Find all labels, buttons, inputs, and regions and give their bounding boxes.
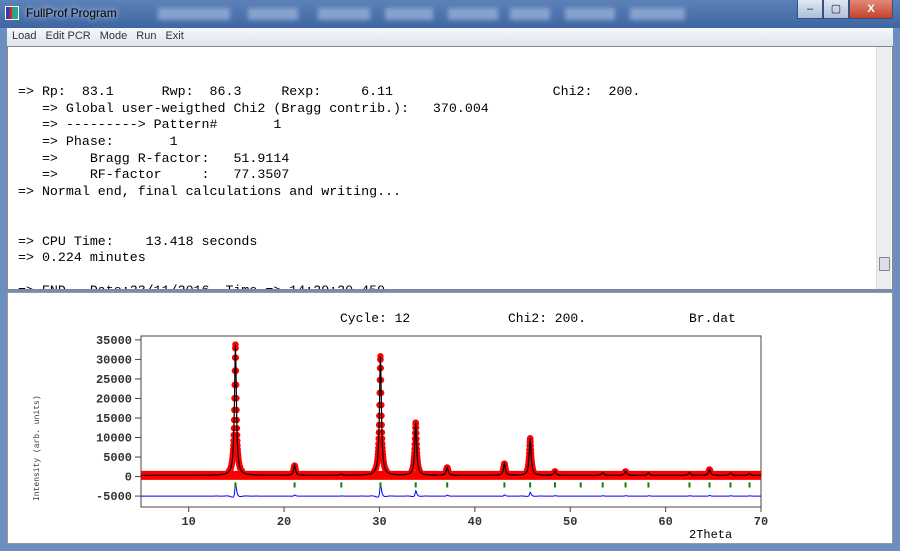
taskbar-blur	[510, 8, 550, 20]
menu-edit-pcr[interactable]: Edit PCR	[40, 28, 94, 42]
y-tick-label: 5000	[103, 451, 132, 465]
console-line: => Global user-weigthed Chi2 (Bragg cont…	[18, 100, 489, 116]
x-tick-label: 60	[658, 515, 672, 529]
console-output[interactable]: => Rp: 83.1 Rwp: 86.3 Rexp: 6.11 Chi2: 2…	[7, 46, 893, 290]
console-line: => Phase: 1	[18, 133, 178, 149]
menu-exit[interactable]: Exit	[160, 28, 187, 42]
console-line: => Bragg R-factor: 51.9114	[18, 150, 290, 166]
x-tick-label: 30	[372, 515, 386, 529]
x-axis-label: 2Theta	[689, 528, 732, 542]
y-tick-label: 25000	[96, 373, 132, 387]
file-label: Br.dat	[689, 311, 736, 326]
y-tick-label: 10000	[96, 432, 132, 446]
console-line: => CPU Time: 13.418 seconds	[18, 233, 258, 249]
taskbar-blur	[385, 8, 433, 20]
console-line: => RF-factor : 77.3507	[18, 167, 290, 183]
x-tick-label: 20	[277, 515, 291, 529]
taskbar-blur	[248, 8, 298, 20]
menu-bar: Load Edit PCR Mode Run Exit	[7, 28, 893, 46]
y-tick-label: 0	[125, 471, 132, 485]
close-button[interactable]: X	[849, 0, 893, 19]
plot-panel: Cycle: 12 Chi2: 200. Br.dat Intensity (a…	[7, 292, 893, 544]
console-line: => Normal end, final calculations and wr…	[18, 183, 402, 199]
taskbar-blur	[630, 8, 685, 20]
cycle-label: Cycle: 12	[340, 311, 410, 326]
x-tick-label: 10	[181, 515, 195, 529]
y-tick-label: 20000	[96, 392, 132, 406]
maximize-button[interactable]: ▢	[823, 0, 849, 19]
chi2-label: Chi2: 200.	[508, 311, 586, 326]
x-tick-label: 70	[754, 515, 768, 529]
x-tick-label: 50	[563, 515, 577, 529]
diffraction-plot: Cycle: 12 Chi2: 200. Br.dat Intensity (a…	[33, 311, 768, 542]
scrollbar[interactable]	[876, 47, 891, 289]
y-tick-label: 30000	[96, 353, 132, 367]
menu-mode[interactable]: Mode	[95, 28, 132, 42]
taskbar-blur	[158, 8, 230, 20]
window-title: FullProf Program	[26, 6, 117, 20]
taskbar-blur	[448, 8, 498, 20]
y-tick-label: -5000	[96, 490, 132, 504]
x-tick-label: 40	[468, 515, 482, 529]
taskbar-blur	[565, 8, 615, 20]
console-line: => 0.224 minutes	[18, 250, 146, 266]
taskbar-blur	[318, 8, 370, 20]
minimize-button[interactable]: –	[797, 0, 823, 19]
app-icon	[5, 6, 19, 20]
y-axis-label: Intensity (arb. units)	[33, 395, 42, 501]
console-line: => ---------> Pattern# 1	[18, 117, 282, 133]
menu-load[interactable]: Load	[7, 28, 40, 42]
menu-run[interactable]: Run	[131, 28, 160, 42]
title-bar: FullProf Program – ▢ X	[0, 0, 900, 28]
y-tick-label: 15000	[96, 412, 132, 426]
y-tick-label: 35000	[96, 334, 132, 348]
console-line: => END Date:23/11/2016 Time => 14:29:20.…	[18, 283, 892, 289]
console-line: => Rp: 83.1 Rwp: 86.3 Rexp: 6.11 Chi2: 2…	[18, 84, 641, 100]
difference-line	[141, 482, 761, 498]
scrollbar-thumb[interactable]	[879, 257, 890, 271]
